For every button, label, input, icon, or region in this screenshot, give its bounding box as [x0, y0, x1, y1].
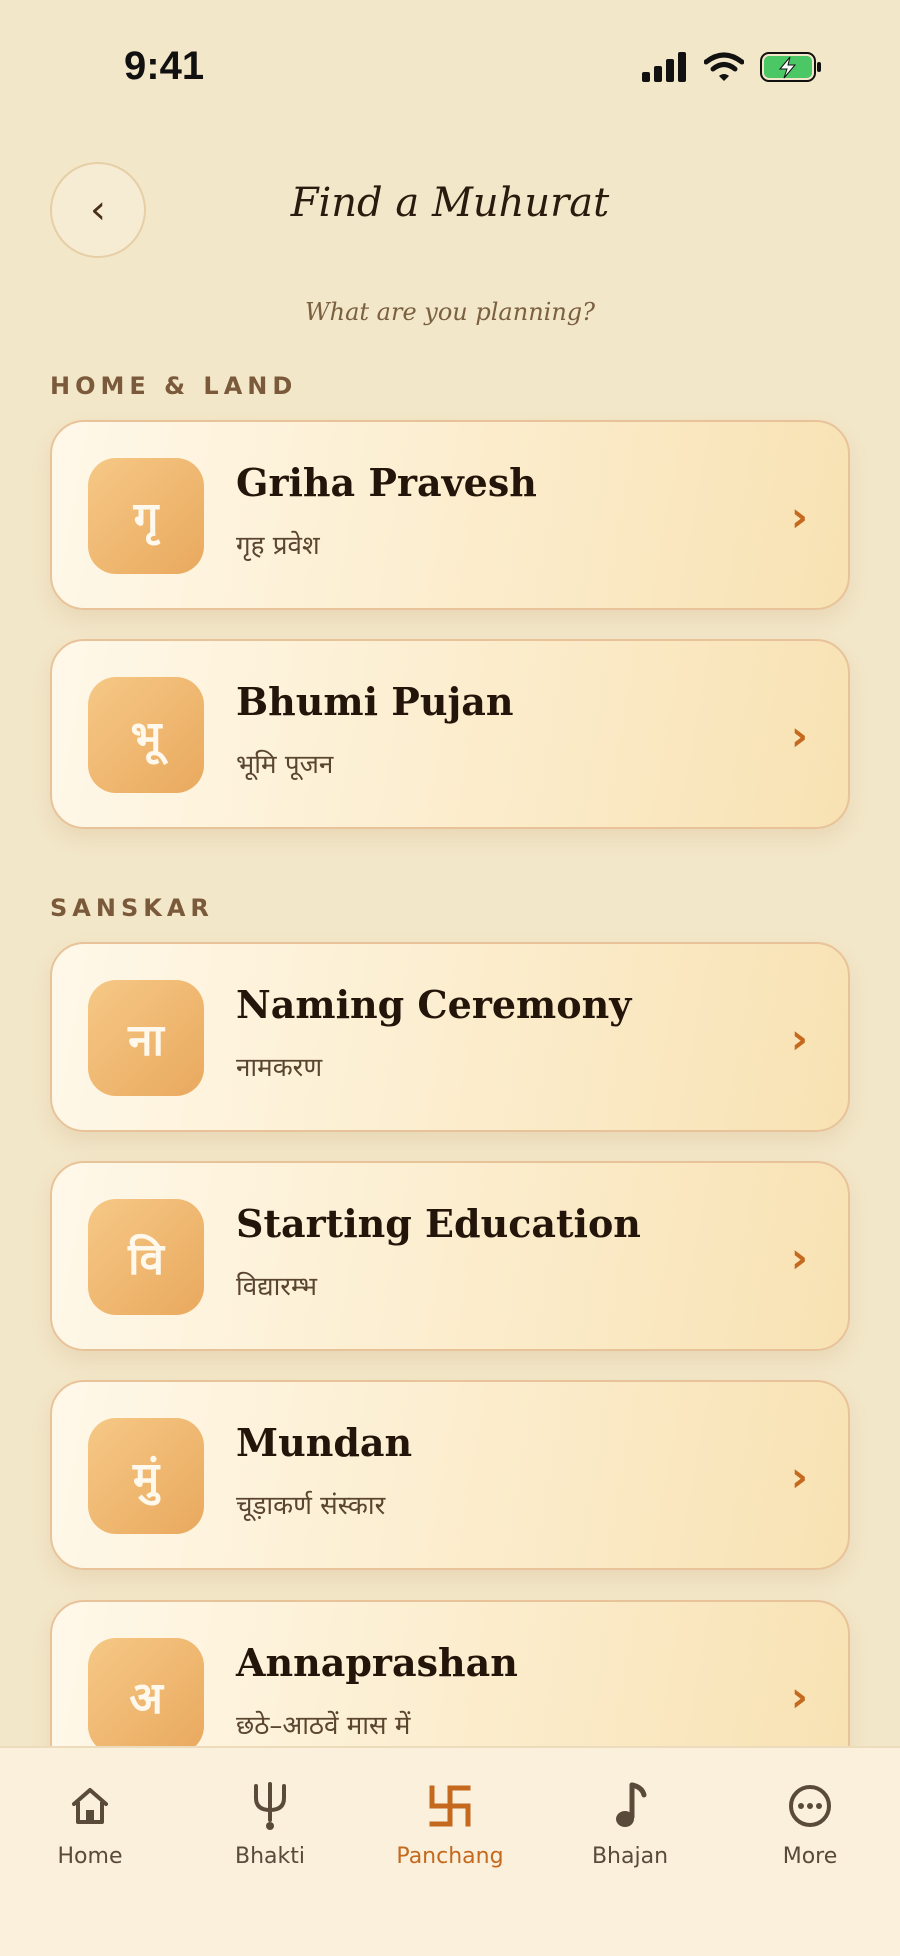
section-label-sanskar: SANSKAR [50, 894, 214, 922]
nav-label: Bhakti [235, 1844, 305, 1869]
card-glyph-icon: अ [88, 1638, 204, 1754]
card-glyph-icon: वि [88, 1199, 204, 1315]
card-subtitle: नामकरण [236, 1053, 323, 1083]
nav-item-bhajan[interactable]: Bhajan [540, 1778, 720, 1869]
page-title: Find a Muhurat [290, 180, 610, 226]
wifi-icon [704, 52, 744, 81]
card-glyph-icon: गृ [88, 458, 204, 574]
nav-item-more[interactable]: More [720, 1778, 900, 1869]
card-subtitle: भूमि पूजन [236, 750, 334, 780]
card-title: Bhumi Pujan [236, 679, 514, 724]
status-bar: 9:41 [0, 0, 900, 140]
bottom-nav: Home Bhakti Panchang Bhajan More [0, 1746, 900, 1956]
muhurat-card-mundan[interactable]: मुं Mundan चूड़ाकर्ण संस्कार › [50, 1380, 850, 1570]
swastika-icon [429, 1785, 471, 1827]
card-glyph-icon: भू [88, 677, 204, 793]
card-subtitle: विद्यारम्भ [236, 1272, 318, 1302]
chevron-right-icon: › [790, 492, 808, 541]
music-note-icon [616, 1782, 647, 1827]
muhurat-card-starting-education[interactable]: वि Starting Education विद्यारम्भ › [50, 1161, 850, 1351]
chevron-right-icon: › [790, 1233, 808, 1282]
page-subtitle: What are you planning? [304, 298, 596, 326]
home-icon [72, 1788, 108, 1824]
nav-item-bhakti[interactable]: Bhakti [180, 1778, 360, 1869]
chevron-right-icon: › [790, 1452, 808, 1501]
nav-item-panchang[interactable]: Panchang [360, 1778, 540, 1869]
card-title: Naming Ceremony [236, 982, 632, 1027]
card-title: Mundan [236, 1420, 413, 1465]
nav-label: Home [57, 1844, 123, 1869]
card-subtitle: गृह प्रवेश [236, 531, 320, 561]
card-title: Griha Pravesh [236, 460, 537, 505]
nav-label: More [782, 1844, 838, 1869]
battery-charging-icon [760, 52, 821, 82]
chevron-right-icon: › [790, 1672, 808, 1721]
card-glyph-icon: मुं [88, 1418, 204, 1534]
muhurat-card-naming-ceremony[interactable]: ना Naming Ceremony नामकरण › [50, 942, 850, 1132]
card-glyph-icon: ना [88, 980, 204, 1096]
signal-icon [642, 52, 686, 82]
card-title: Starting Education [236, 1201, 641, 1246]
card-subtitle: छठे–आठवें मास में [236, 1711, 411, 1741]
card-subtitle: चूड़ाकर्ण संस्कार [236, 1491, 386, 1521]
chevron-right-icon: › [790, 711, 808, 760]
status-time: 9:41 [124, 44, 205, 88]
trident-icon [254, 1782, 286, 1830]
status-icons [642, 52, 822, 82]
section-label-home-land: HOME & LAND [50, 372, 298, 400]
nav-label: Panchang [396, 1844, 504, 1869]
nav-label: Bhajan [591, 1844, 669, 1869]
card-title: Annaprashan [236, 1640, 518, 1685]
nav-item-home[interactable]: Home [0, 1778, 180, 1869]
muhurat-card-griha-pravesh[interactable]: गृ Griha Pravesh गृह प्रवेश › [50, 420, 850, 610]
chevron-right-icon: › [790, 1014, 808, 1063]
muhurat-card-bhumi-pujan[interactable]: भू Bhumi Pujan भूमि पूजन › [50, 639, 850, 829]
more-icon [789, 1785, 831, 1827]
